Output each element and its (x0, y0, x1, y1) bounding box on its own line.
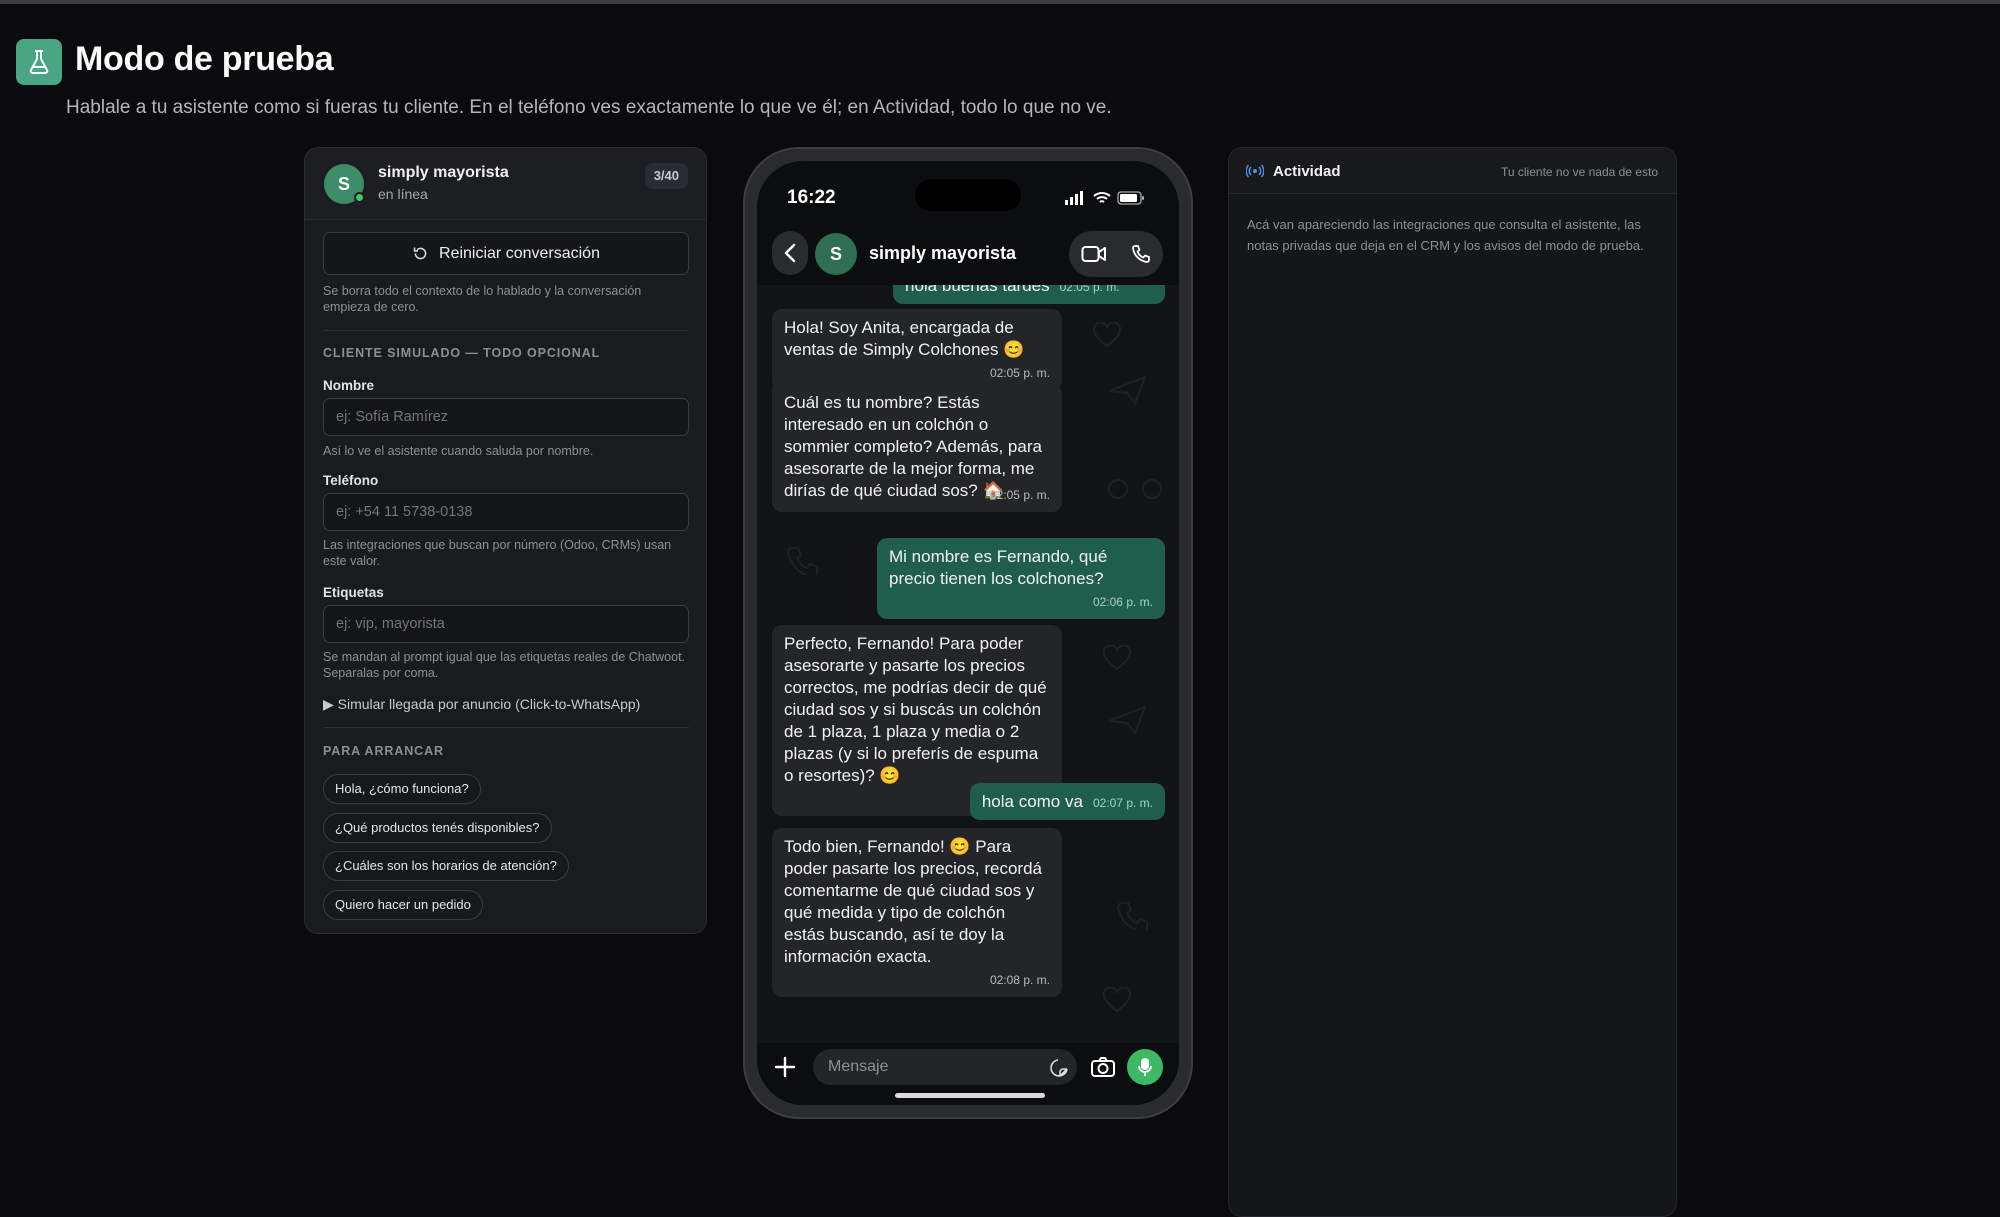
plane-doodle-icon (1108, 375, 1147, 405)
phone-field[interactable] (323, 493, 689, 531)
status-bar-icons (1065, 191, 1145, 205)
phone-doodle-icon (1117, 902, 1148, 930)
starters-section-title: PARA ARRANCAR (323, 744, 444, 758)
back-button[interactable] (772, 231, 808, 275)
message-text: Hola! Soy Anita, encargada de ventas de … (784, 318, 1025, 359)
battery-icon (1117, 191, 1144, 205)
starter-chip[interactable]: ¿Cuáles son los horarios de atención? (323, 851, 569, 881)
phone-note: Las integraciones que buscan por número … (323, 538, 672, 568)
message-bubble-incoming: Todo bien, Fernando! 😊 Para poder pasart… (772, 828, 1062, 997)
avatar: S (324, 164, 365, 204)
microphone-icon (1138, 1058, 1152, 1076)
starter-chip[interactable]: ¿Qué productos tenés disponibles? (323, 813, 552, 843)
sticker-icon[interactable] (1049, 1058, 1069, 1078)
plus-icon[interactable] (773, 1055, 797, 1079)
call-actions (1069, 231, 1163, 277)
bike-doodle-icon (1108, 479, 1162, 499)
message-text: hola buenas tardes (905, 285, 1050, 295)
phone-call-icon[interactable] (1131, 244, 1151, 264)
broadcast-icon (1246, 164, 1264, 178)
heart-doodle-icon (1102, 987, 1132, 1013)
heart-doodle-icon (1102, 645, 1132, 671)
wifi-icon (1093, 192, 1111, 203)
message-bubble-outgoing: hola como va 02:07 p. m. (969, 783, 1165, 820)
video-call-icon[interactable] (1081, 245, 1107, 263)
avatar-initial: S (337, 173, 350, 194)
activity-title: Actividad (1273, 163, 1341, 180)
heart-doodle-icon (1092, 322, 1122, 348)
message-time: 02:07 p. m. (1092, 796, 1153, 810)
activity-header: Actividad Tu cliente no ve nada de esto (1229, 148, 1676, 194)
simulated-client-section-title: CLIENTE SIMULADO — TODO OPCIONAL (323, 346, 601, 360)
activity-side-note: Tu cliente no ve nada de esto (1501, 165, 1658, 179)
starter-chip[interactable]: Quiero hacer un pedido (323, 890, 483, 920)
name-note: Así lo ve el asistente cuando saluda por… (323, 444, 594, 458)
page-title: Modo de prueba (75, 40, 334, 78)
reset-button-label: Reiniciar conversación (439, 244, 600, 262)
voice-message-button[interactable] (1127, 1049, 1163, 1085)
chat-avatar[interactable]: S (815, 233, 857, 275)
message-time: 02:05 p. m. (989, 366, 1050, 380)
contact-status: en línea (378, 186, 428, 202)
message-time: 02:08 p. m. (989, 973, 1050, 987)
home-indicator (895, 1093, 1045, 1098)
message-bubble-incoming: Cuál es tu nombre? Estás interesado en u… (772, 384, 1062, 512)
name-label: Nombre (323, 378, 375, 393)
phone-mockup: 16:22 S simply mayorista hola buenas tar… (743, 147, 1193, 1119)
reset-note: Se borra todo el contexto de lo hablado … (323, 284, 642, 314)
phone-label: Teléfono (323, 473, 379, 488)
name-field[interactable] (323, 398, 689, 436)
chat-header: S simply mayorista (757, 223, 1179, 285)
message-bubble-outgoing: Mi nombre es Fernando, qué precio tienen… (877, 538, 1165, 619)
status-bar-time: 16:22 (787, 187, 836, 208)
message-input[interactable]: Mensaje (813, 1049, 1077, 1085)
divider (323, 727, 689, 728)
contact-header: S simply mayorista en línea 3/40 (305, 148, 706, 220)
tags-label: Etiquetas (323, 585, 384, 600)
message-text: Todo bien, Fernando! 😊 Para poder pasart… (784, 837, 1042, 966)
online-dot (354, 192, 365, 203)
reset-conversation-button[interactable]: Reiniciar conversación (323, 232, 689, 275)
divider (323, 330, 689, 331)
tags-note: Se mandan al prompt igual que las etique… (323, 650, 686, 680)
chat-messages-area[interactable]: hola buenas tardes 02:05 p. m. Hola! Soy … (757, 285, 1179, 1043)
message-bubble-incoming: Hola! Soy Anita, encargada de ventas de … (772, 309, 1062, 390)
phone-doodle-icon (787, 547, 818, 575)
plane-doodle-icon (1108, 705, 1147, 735)
starter-chip[interactable]: Hola, ¿cómo funciona? (323, 774, 481, 804)
simulate-ad-toggle[interactable]: ▶ Simular llegada por anuncio (Click-to-… (323, 696, 640, 713)
message-text: Mi nombre es Fernando, qué precio tienen… (889, 547, 1108, 588)
page-subtitle: Hablale a tu asistente como si fueras tu… (66, 97, 1112, 118)
contact-name: simply mayorista (378, 164, 509, 181)
signal-icon (1065, 191, 1083, 205)
chat-contact-name[interactable]: simply mayorista (869, 243, 1016, 264)
window-top-border (0, 0, 2000, 4)
chevron-left-icon (784, 243, 796, 263)
activity-panel: Actividad Tu cliente no ve nada de esto … (1228, 147, 1677, 1217)
flask-icon (16, 39, 62, 85)
test-settings-panel: S simply mayorista en línea 3/40 Reinici… (304, 147, 707, 934)
tags-field[interactable] (323, 605, 689, 643)
activity-placeholder-text: Acá van apareciendo las integraciones qu… (1247, 217, 1644, 253)
refresh-icon (413, 247, 427, 260)
message-counter-badge: 3/40 (644, 163, 688, 189)
camera-icon[interactable] (1090, 1056, 1116, 1078)
message-text: hola como va (981, 792, 1083, 811)
message-text: Perfecto, Fernando! Para poder asesorart… (784, 634, 1047, 785)
message-time: 02:05 p. m. (1059, 285, 1120, 294)
phone-screen: 16:22 S simply mayorista hola buenas tar… (757, 161, 1179, 1105)
message-bubble-outgoing: hola buenas tardes 02:05 p. m. (893, 285, 1165, 304)
message-time: 02:06 p. m. (1092, 595, 1153, 609)
dynamic-island (915, 179, 1021, 211)
